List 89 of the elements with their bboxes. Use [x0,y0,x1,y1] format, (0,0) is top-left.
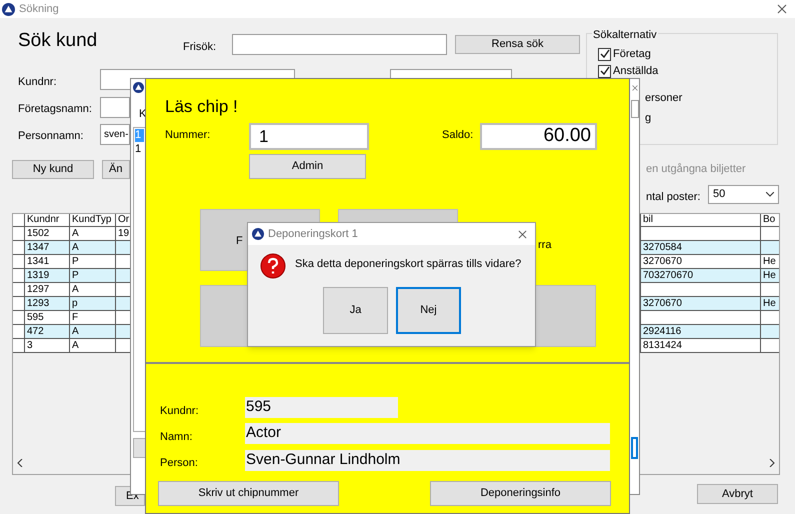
field-label: ntal poster: [646,190,700,205]
close-icon[interactable] [632,85,638,91]
table-cell: 703270670 [641,269,761,282]
table-cell: A [70,325,116,338]
clear-search-button[interactable]: Rensa sök [455,35,580,54]
option-label: g [645,111,652,126]
table-cell: 3270670 [641,297,761,310]
search-field[interactable] [232,34,447,55]
table-cell: He [761,297,779,310]
window-button[interactable] [631,437,638,459]
field-label: Person: [160,456,198,471]
field-label: Kundnr: [18,75,57,90]
column-header[interactable]: KundTyp [70,214,116,226]
field-label: Namn: [160,430,192,445]
tile-label: F [236,234,243,249]
table-cell: F [70,311,116,324]
table-cell: 1297 [25,283,70,296]
checkbox[interactable] [598,48,611,61]
dialog-message: Ska detta deponeringskort spärras tills vidare? [295,257,522,272]
row-header[interactable] [13,297,25,310]
checkbox-label: Anställda [613,64,658,79]
list-item[interactable]: 1 [135,143,144,156]
page-heading: Sök kund [18,29,98,53]
new-customer-button[interactable]: Ny kund [12,160,94,179]
option-label: en utgångna biljetter [646,162,746,177]
scroll-left-icon[interactable] [17,459,23,467]
field-label: Personnamn: [18,129,84,144]
checkbox[interactable] [598,64,611,78]
close-icon[interactable] [777,4,787,14]
table-cell: 1293 [25,297,70,310]
value-field: Sven-Gunnar Lindholm [245,450,610,471]
value-field: 595 [245,397,398,418]
count-dropdown[interactable]: 50 [708,185,779,204]
row-header[interactable] [13,241,25,254]
table-cell: 3270670 [641,255,761,268]
window-title: Sökning [19,2,59,17]
cancel-button[interactable]: Avbryt [697,484,778,504]
chevron-down-icon [766,192,774,197]
table-cell: P [70,269,116,282]
admin-button[interactable]: Admin [249,154,366,179]
column-header[interactable]: Kundnr [25,214,70,226]
field-label: Företagsnamn: [18,102,92,117]
number-field[interactable]: 1 [249,123,369,150]
table-cell: 2924116 [641,325,761,338]
table-cell: 1502 [25,227,70,240]
column-header[interactable]: bil [641,214,761,226]
row-header[interactable] [13,325,25,338]
checkbox-label: Företag [613,47,651,62]
table-cell: A [70,283,116,296]
balance-field[interactable]: 60.00 [480,123,597,150]
input-field[interactable]: sven- [100,124,130,145]
table-cell: 1347 [25,241,70,254]
print-chip-button[interactable]: Skriv ut chipnummer [158,481,339,506]
scroll-right-icon[interactable] [769,459,775,467]
table-cell: 472 [25,325,70,338]
dialog-button[interactable]: Ja [323,287,388,334]
table-cell: 1319 [25,269,70,282]
dialog-button[interactable]: Nej [396,287,461,334]
dialog-title: Deponeringskort 1 [268,226,359,242]
edit-button[interactable]: Än [102,160,130,179]
value-field: Actor [245,423,610,444]
table-cell: P [70,255,116,268]
row-header[interactable] [13,269,25,282]
app-logo-icon [252,228,264,240]
question-icon [260,253,286,279]
table-cell: He [761,269,779,282]
column-header[interactable]: Bo [761,214,779,226]
dropdown[interactable] [631,100,639,118]
close-icon[interactable] [518,230,527,238]
table-cell: 1341 [25,255,70,268]
field-label: Saldo: [442,128,474,143]
input-field[interactable] [100,97,130,118]
table-cell: He [761,255,779,268]
table-cell: p [70,297,116,310]
table-cell: A [70,339,116,352]
table-cell: A [70,241,116,254]
table-cell: A [70,227,116,240]
table-cell: 3 [25,339,70,352]
field-label: Frisök: [183,40,216,55]
app-logo-icon [133,82,144,93]
tile-label: rra [538,238,552,253]
deposit-info-button[interactable]: Deponeringsinfo [430,481,611,506]
table-cell: 595 [25,311,70,324]
chip-heading: Läs chip ! [165,96,238,118]
option-label: ersoner [645,91,682,106]
field-label: Nummer: [165,128,210,143]
field-label: Kundnr: [160,404,199,419]
table-cell: 8131424 [641,339,761,352]
table-cell: 3270584 [641,241,761,254]
